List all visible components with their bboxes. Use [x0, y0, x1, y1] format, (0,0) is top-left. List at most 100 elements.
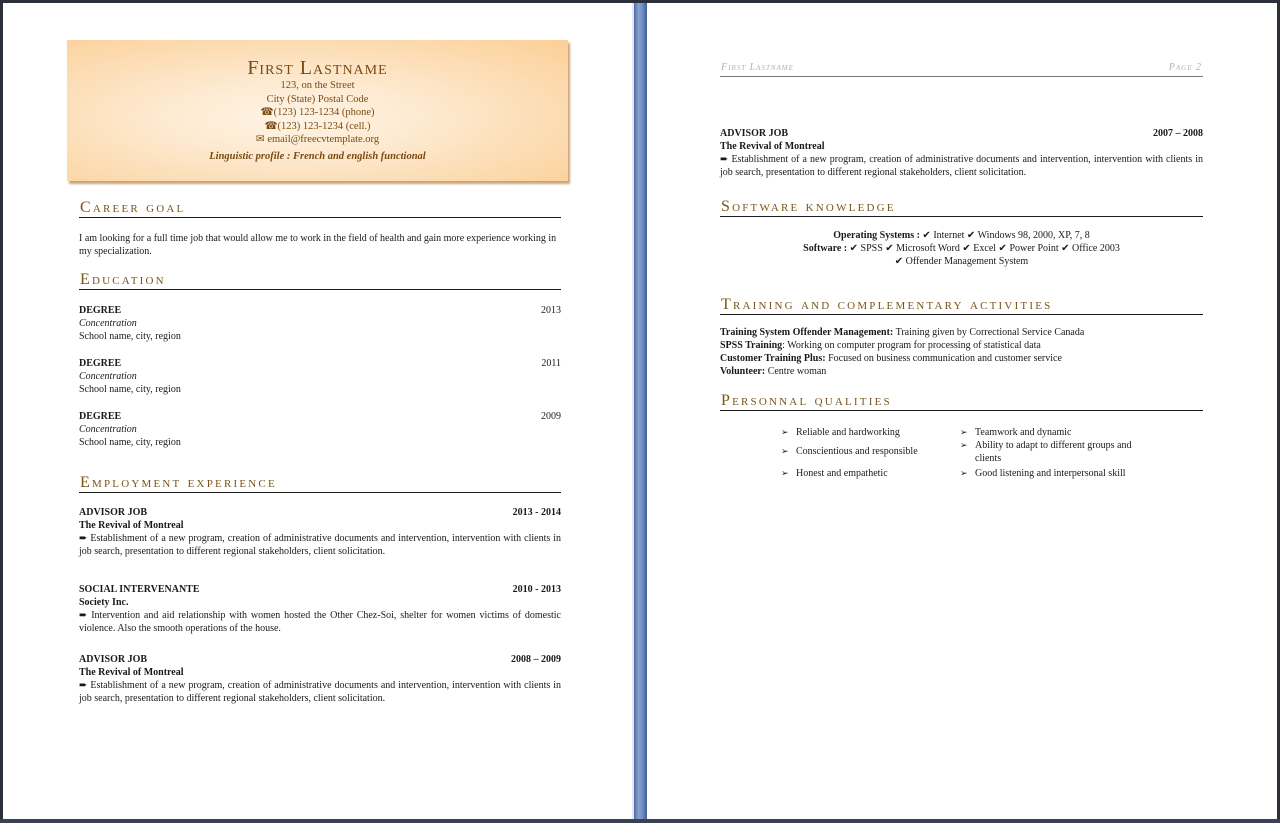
job-dates: 2013 - 2014: [512, 507, 561, 518]
training-item: SPSS Training: Working on computer progr…: [720, 339, 1203, 352]
check-icon: ✔: [894, 256, 904, 267]
arrow-bullet-icon: ➨: [720, 154, 729, 165]
os-item: Internet: [933, 230, 965, 241]
quality-text: Conscientious and responsible: [796, 446, 918, 457]
job-title: SOCIAL INTERVENANTE: [79, 584, 200, 595]
job-employer: The Revival of Montreal: [720, 141, 825, 152]
quality-text: Reliable and hardworking: [796, 427, 900, 438]
page-number: Page 2: [1168, 62, 1202, 73]
degree-year: 2009: [541, 411, 561, 422]
school-name: School name, city, region: [79, 384, 181, 395]
job-employer: Society Inc.: [79, 597, 129, 608]
employment-heading: Employment experience: [79, 474, 561, 493]
phone-icon: ☎: [264, 120, 278, 132]
training-item: Customer Training Plus: Focused on busin…: [720, 352, 1203, 365]
software-item: SPSS: [860, 243, 883, 254]
quality-text: Teamwork and dynamic: [975, 427, 1072, 438]
training-item: Volunteer: Centre woman: [720, 365, 1203, 378]
arrow-bullet-icon: ➨: [79, 610, 88, 621]
quality-text: Ability to adapt to different groups and…: [975, 440, 1132, 464]
check-icon: ✔: [885, 243, 894, 254]
phone-line: ☎(123) 123-1234 (phone): [67, 106, 568, 120]
training-text: Training given by Correctional Service C…: [895, 327, 1085, 338]
education-heading: Education: [79, 271, 561, 290]
job-entry: ADVISOR JOB 2013 - 2014 The Revival of Mo…: [79, 506, 561, 558]
training-label: Customer Training Plus:: [720, 353, 826, 364]
career-goal-text: I am looking for a full time job that wo…: [79, 233, 557, 257]
address-line-2: City (State) Postal Code: [266, 93, 369, 105]
education-entry: DEGREE 2013 Concentration School name, ci…: [79, 304, 561, 343]
job-title: ADVISOR JOB: [720, 128, 789, 139]
qualities-heading: Personnal qualities: [720, 392, 1203, 411]
job-dates: 2007 – 2008: [1153, 128, 1203, 139]
resume-page-1: First Lastname 123, on the Street City (…: [3, 3, 632, 819]
software-item: Office 2003: [1072, 243, 1120, 254]
check-icon: ✔: [966, 230, 976, 241]
training-label: SPSS Training: [720, 340, 783, 351]
envelope-icon: ✉: [255, 134, 265, 145]
arrowhead-bullet-icon: ➢: [781, 468, 789, 478]
job-entry: SOCIAL INTERVENANTE 2010 - 2013 Society I…: [79, 583, 561, 635]
os-item: Windows 98, 2000, XP, 7, 8: [977, 230, 1090, 241]
arrow-bullet-icon: ➨: [79, 533, 88, 544]
degree-title: DEGREE: [79, 411, 122, 422]
quality-item: ➢ Conscientious and responsible: [781, 445, 918, 458]
software-heading: Software knowledge: [720, 198, 1203, 217]
training-list: Training System Offender Management: Tra…: [720, 326, 1203, 378]
email-line: ✉ email@freecvtemplate.org: [67, 133, 568, 147]
job-employer: The Revival of Montreal: [79, 667, 184, 678]
training-text: Centre woman: [767, 366, 827, 377]
job-description: Intervention and aid relationship with w…: [79, 610, 561, 634]
education-entry: DEGREE 2009 Concentration School name, ci…: [79, 410, 561, 449]
training-text: Focused on business communication and cu…: [828, 353, 1062, 364]
address-line-1: 123, on the Street: [280, 80, 355, 91]
training-text: : Working on computer program for proces…: [782, 340, 1041, 351]
arrowhead-bullet-icon: ➢: [781, 427, 789, 437]
linguistic-profile: Linguistic profile : French and english …: [209, 150, 426, 162]
quality-item: ➢ Honest and empathetic: [781, 467, 888, 480]
quality-text: Good listening and interpersonal skill: [975, 468, 1126, 479]
os-line: Operating Systems : ✔ Internet ✔ Windows…: [720, 229, 1203, 242]
arrow-bullet-icon: ➨: [79, 680, 88, 691]
os-label: Operating Systems :: [833, 230, 920, 241]
job-description: Establishment of a new program, creation…: [720, 154, 1203, 178]
arrowhead-bullet-icon: ➢: [781, 446, 789, 456]
degree-concentration: Concentration: [79, 424, 137, 435]
software-line: Software : ✔ SPSS ✔ Microsoft Word ✔ Exc…: [720, 242, 1203, 255]
job-entry: ADVISOR JOB 2008 – 2009 The Revival of Mo…: [79, 653, 561, 705]
degree-concentration: Concentration: [79, 318, 137, 329]
running-header-name: First Lastname: [721, 62, 794, 73]
cell-number: (123) 123-1234 (cell.): [277, 120, 371, 132]
education-entry: DEGREE 2011 Concentration School name, ci…: [79, 357, 561, 396]
software-item: Microsoft Word: [896, 243, 960, 254]
quality-item: ➢ Reliable and hardworking: [781, 426, 900, 439]
quality-item: ➢ Ability to adapt to different groups an…: [960, 439, 1152, 465]
software-item: Power Point: [1009, 243, 1059, 254]
contact-header-box: First Lastname 123, on the Street City (…: [67, 40, 568, 181]
check-icon: ✔: [922, 230, 931, 241]
school-name: School name, city, region: [79, 437, 181, 448]
job-title: ADVISOR JOB: [79, 507, 148, 518]
arrowhead-bullet-icon: ➢: [960, 468, 968, 478]
running-header: First Lastname Page 2: [720, 62, 1203, 77]
software-extra-line: ✔ Offender Management System: [720, 255, 1203, 268]
degree-year: 2011: [541, 358, 561, 369]
job-dates: 2008 – 2009: [511, 654, 561, 665]
training-heading: Training and complementary activities: [720, 296, 1203, 315]
software-list: Operating Systems : ✔ Internet ✔ Windows…: [720, 229, 1203, 268]
job-description: Establishment of a new program, creation…: [79, 533, 561, 557]
software-item: Excel: [973, 243, 997, 254]
window-frame-bottom: [0, 819, 1280, 823]
phone-number: (123) 123-1234 (phone): [273, 107, 375, 118]
degree-year: 2013: [541, 305, 561, 316]
training-label: Training System Offender Management:: [720, 327, 894, 338]
training-label: Volunteer:: [720, 366, 766, 377]
training-item: Training System Offender Management: Tra…: [720, 326, 1203, 339]
degree-concentration: Concentration: [79, 371, 137, 382]
candidate-name: First Lastname: [247, 57, 388, 79]
check-icon: ✔: [849, 243, 859, 254]
school-name: School name, city, region: [79, 331, 181, 342]
arrowhead-bullet-icon: ➢: [960, 427, 968, 437]
email-address[interactable]: email@freecvtemplate.org: [267, 134, 379, 145]
job-dates: 2010 - 2013: [512, 584, 561, 595]
